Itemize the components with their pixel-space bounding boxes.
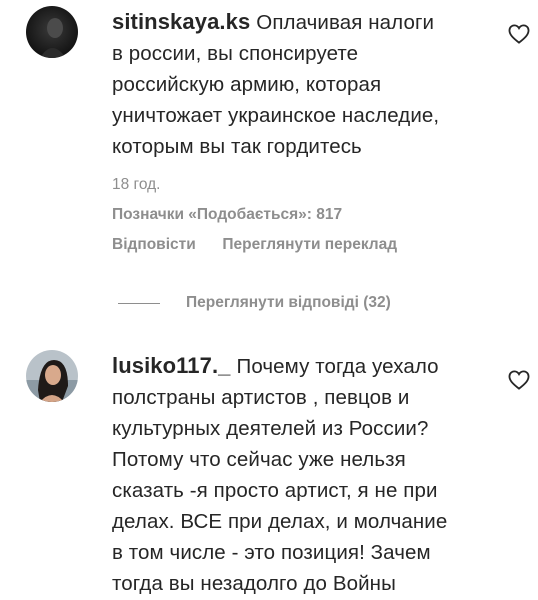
view-replies-button[interactable]: Переглянути відповіді (32)	[186, 294, 391, 312]
translate-button[interactable]: Переглянути переклад	[222, 236, 397, 253]
comment-text-line: делах. ВСЕ при делах, и молчание	[112, 510, 448, 533]
reply-button[interactable]: Відповісти	[112, 236, 196, 253]
comment-text-line: Потому что сейчас уже нельзя	[112, 448, 406, 471]
comment-text-line: Оплачивая налоги	[256, 11, 435, 34]
timestamp[interactable]: 18 год.	[112, 176, 161, 194]
profile-photo-icon	[26, 350, 78, 402]
profile-photo-icon	[26, 6, 78, 58]
view-replies-row[interactable]: Переглянути відповіді (32)	[118, 292, 391, 314]
heart-outline-icon[interactable]	[508, 24, 530, 44]
comment-text-line: российскую армию, которая	[112, 73, 382, 96]
comment-text-line: в россии, вы спонсируете	[112, 42, 359, 65]
avatar[interactable]	[26, 350, 78, 402]
comment-body: sitinskaya.ks Оплачивая налоги в россии, …	[112, 6, 492, 162]
comment-text-line: культурных деятелей из России?	[112, 417, 429, 440]
comment-text-line: в том числе - это позиция! Зачем	[112, 541, 431, 564]
likes-count[interactable]: Позначки «Подобається»: 817	[112, 206, 342, 224]
comment-text-line: которым вы так гордитесь	[112, 135, 362, 158]
comment-text-line: сказать -я просто артист, я не при	[112, 479, 438, 502]
username[interactable]: sitinskaya.ks	[112, 9, 250, 34]
comment-body: lusiko117._ Почему тогда уехало полстраны…	[112, 350, 492, 599]
actions-row: Відповісти Переглянути переклад	[112, 236, 492, 254]
heart-outline-icon[interactable]	[508, 370, 530, 390]
comment-text-line: полстраны артистов , певцов и	[112, 386, 410, 409]
comment-text-line: Почему тогда уехало	[236, 355, 439, 378]
comment-text-line: тогда вы незадолго до Войны	[112, 572, 396, 595]
comment-text-line: уничтожает украинское наследие,	[112, 104, 440, 127]
avatar[interactable]	[26, 6, 78, 58]
divider	[118, 302, 160, 304]
username[interactable]: lusiko117._	[112, 353, 231, 378]
